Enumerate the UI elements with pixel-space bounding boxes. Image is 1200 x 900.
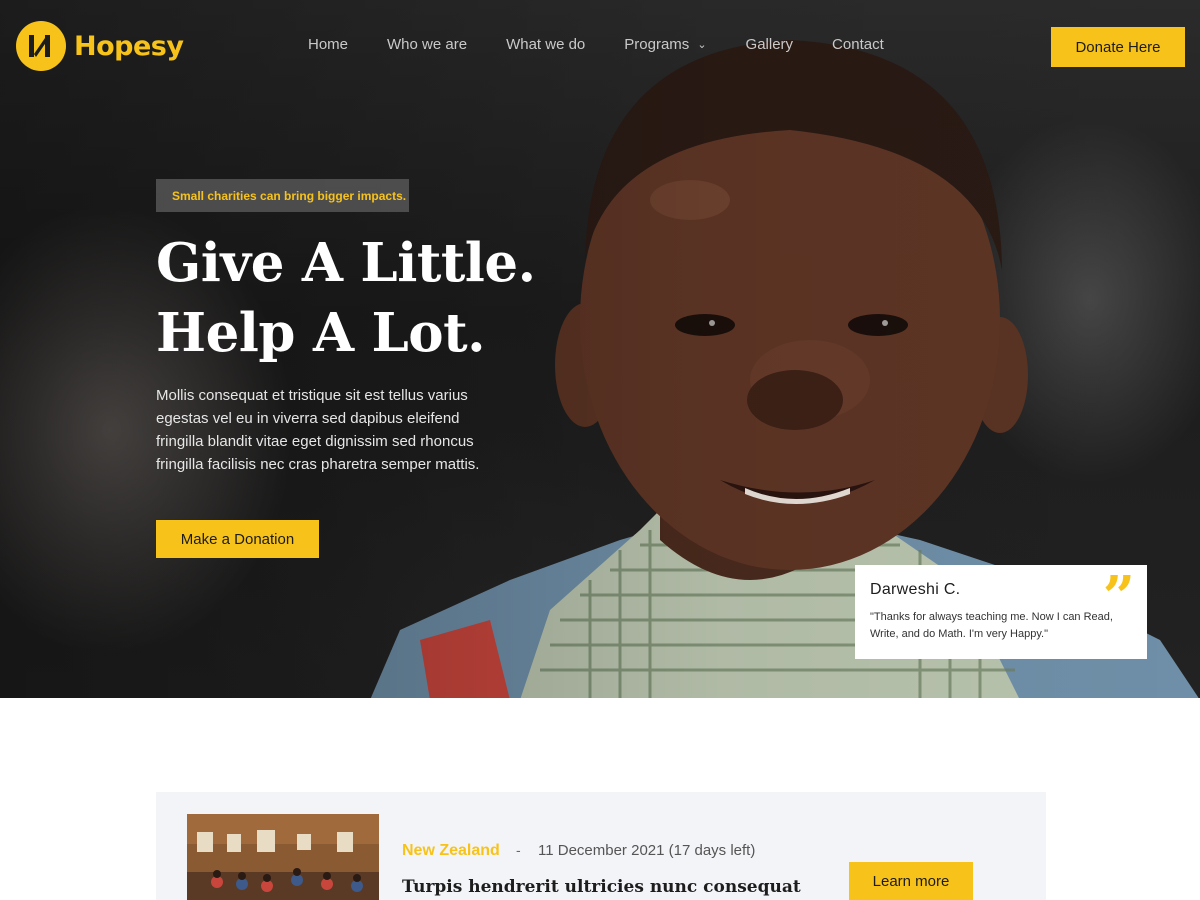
hero-headline: Give A Little. Help A Lot.	[156, 228, 536, 368]
campaign-title[interactable]: Turpis hendrerit ultricies nunc consequa…	[402, 877, 801, 897]
main-nav: Home Who we are What we do Programs ⌄ Ga…	[308, 36, 923, 53]
quote-icon: ”	[1102, 564, 1135, 630]
campaign-card: New Zealand - 11 December 2021 (17 days …	[156, 792, 1046, 900]
logo-text: Hopesy	[74, 30, 184, 62]
nav-item-programs-label: Programs	[624, 36, 690, 53]
nav-item-programs[interactable]: Programs ⌄	[624, 36, 706, 53]
nav-item-contact[interactable]: Contact	[832, 36, 884, 53]
campaign-separator: -	[516, 842, 521, 858]
testimonial-name: Darweshi C.	[870, 581, 961, 598]
nav-item-home[interactable]: Home	[308, 36, 348, 53]
campaign-location: New Zealand	[402, 842, 500, 859]
logo[interactable]: Hopesy	[16, 21, 184, 71]
make-donation-button[interactable]: Make a Donation	[156, 520, 319, 558]
hero-description: Mollis consequat et tristique sit est te…	[156, 387, 480, 473]
campaign-image	[187, 814, 379, 900]
campaign-date: 11 December 2021 (17 days left)	[538, 842, 756, 859]
nav-item-what-we-do[interactable]: What we do	[506, 36, 585, 53]
site-header: Hopesy Home Who we are What we do Progra…	[0, 0, 1200, 92]
donate-here-button[interactable]: Donate Here	[1051, 27, 1185, 67]
nav-item-who-we-are[interactable]: Who we are	[387, 36, 467, 53]
logo-icon	[16, 21, 66, 71]
testimonial-card: Darweshi C. "Thanks for always teaching …	[855, 565, 1147, 659]
testimonial-quote: "Thanks for always teaching me. Now I ca…	[870, 611, 1113, 640]
chevron-down-icon: ⌄	[697, 39, 707, 51]
learn-more-button[interactable]: Learn more	[849, 862, 973, 900]
hero-tagline: Small charities can bring bigger impacts…	[156, 179, 409, 212]
hero-headline-line1: Give A Little.	[156, 232, 536, 294]
hero-headline-line2: Help A Lot.	[156, 302, 486, 364]
nav-item-gallery[interactable]: Gallery	[746, 36, 794, 53]
